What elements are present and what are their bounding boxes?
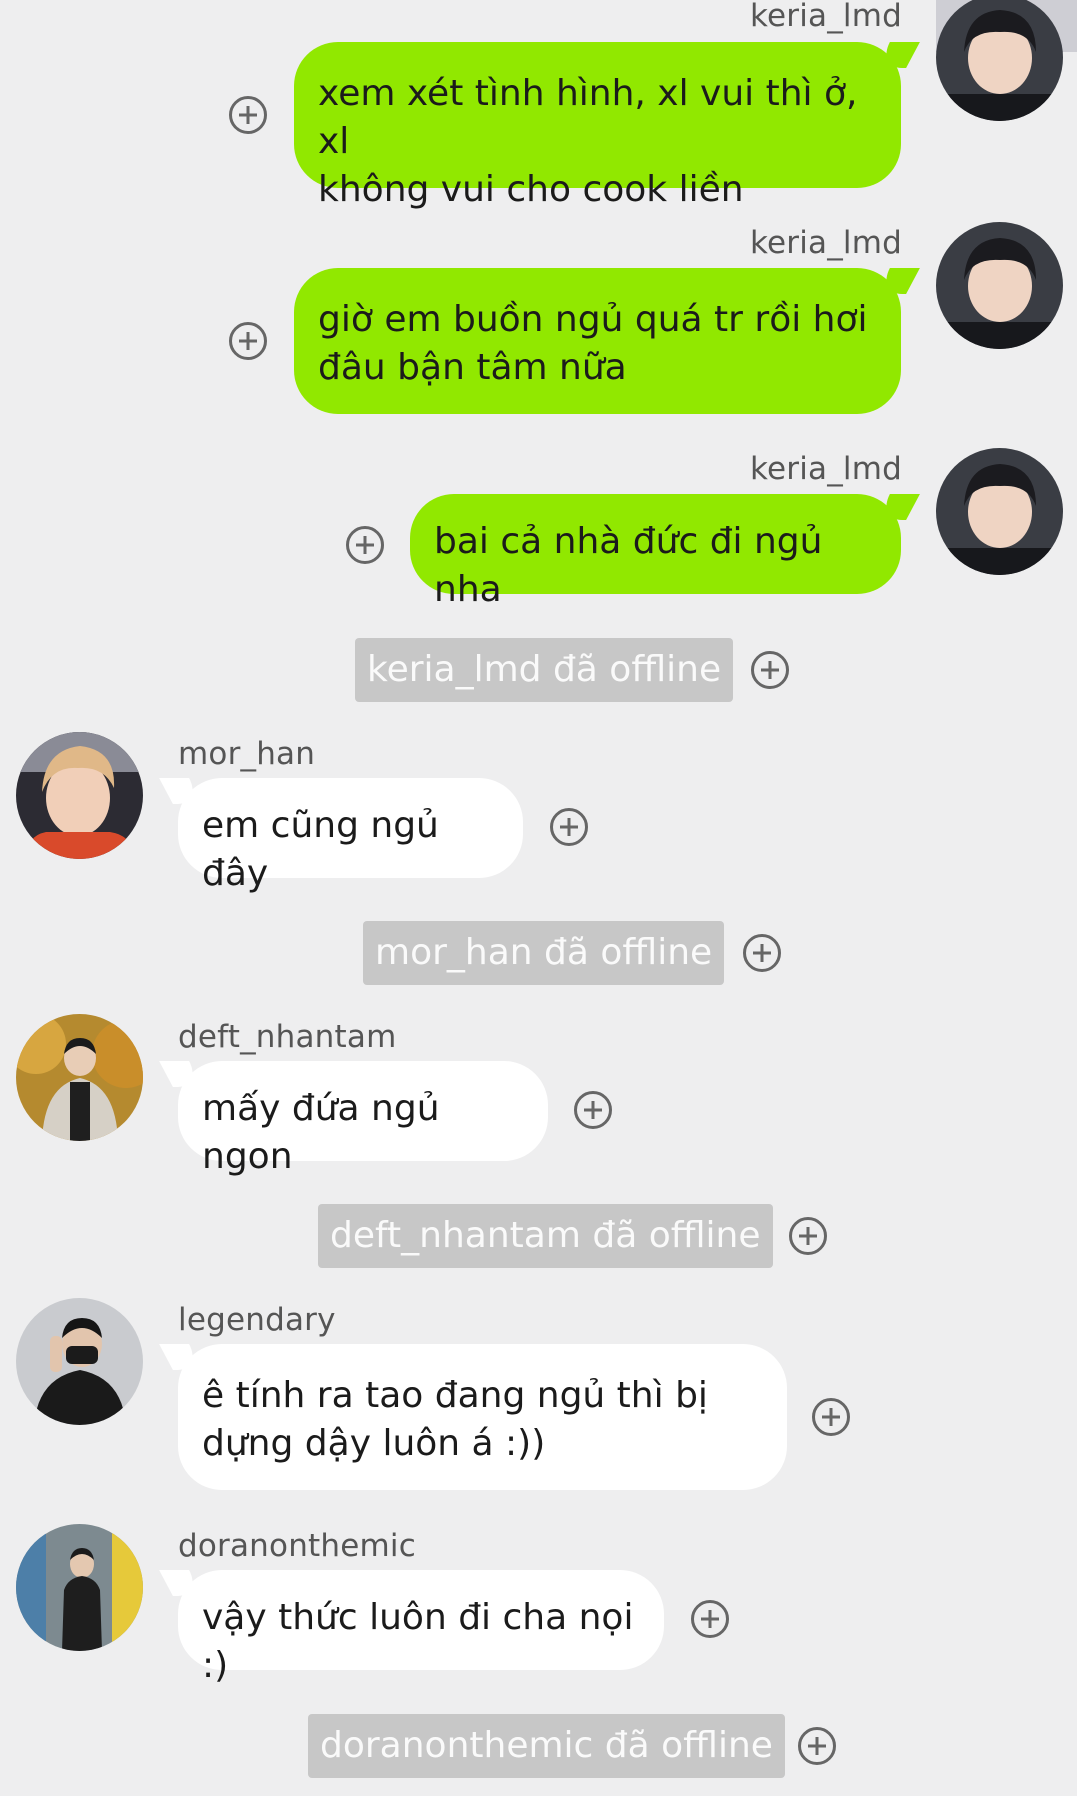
message-username: mor_han <box>178 736 316 772</box>
avatar[interactable] <box>936 222 1063 349</box>
message-bubble[interactable]: em cũng ngủ đây <box>178 778 523 894</box>
react-plus-icon[interactable] <box>229 322 267 360</box>
message-text-line: ê tính ra tao đang ngủ thì bị <box>202 1375 708 1416</box>
system-notice: deft_nhantam đã offline <box>318 1204 773 1268</box>
message-text-line: xem xét tình hình, xl vui thì ở, xl <box>318 73 858 162</box>
message-text-line: đâu bận tâm nữa <box>318 347 627 388</box>
message-bubble[interactable]: ê tính ra tao đang ngủ thì bị dựng dậy l… <box>178 1344 787 1490</box>
react-plus-icon[interactable] <box>751 651 789 689</box>
message-username: keria_lmd <box>749 225 902 261</box>
message-text-line: dựng dậy luôn á :)) <box>202 1423 546 1464</box>
message-username: doranonthemic <box>178 1528 416 1564</box>
avatar[interactable] <box>16 1524 143 1651</box>
system-notice: keria_lmd đã offline <box>355 638 734 702</box>
system-notice: mor_han đã offline <box>363 921 725 985</box>
message-username: keria_lmd <box>749 0 902 34</box>
message-text-line: không vui cho cook liền <box>318 169 744 210</box>
react-plus-icon[interactable] <box>550 808 588 846</box>
react-plus-icon[interactable] <box>798 1727 836 1765</box>
react-plus-icon[interactable] <box>229 96 267 134</box>
message-bubble[interactable]: mấy đứa ngủ ngon <box>178 1061 548 1177</box>
react-plus-icon[interactable] <box>789 1217 827 1255</box>
message-text-line: vậy thức luôn đi cha nọi :) <box>202 1597 634 1686</box>
message-username: legendary <box>178 1302 336 1338</box>
react-plus-icon[interactable] <box>812 1398 850 1436</box>
message-text-line: giờ em buồn ngủ quá tr rồi hơi <box>318 299 868 340</box>
react-plus-icon[interactable] <box>743 934 781 972</box>
avatar[interactable] <box>16 732 143 859</box>
message-bubble[interactable]: xem xét tình hình, xl vui thì ở, xl khôn… <box>294 42 901 210</box>
message-text-line: em cũng ngủ đây <box>202 805 439 894</box>
system-notice: doranonthemic đã offline <box>308 1714 785 1778</box>
message-text-line: bai cả nhà đức đi ngủ nha <box>434 521 823 610</box>
react-plus-icon[interactable] <box>346 526 384 564</box>
message-username: deft_nhantam <box>178 1019 397 1055</box>
avatar[interactable] <box>16 1298 143 1425</box>
message-text-line: mấy đứa ngủ ngon <box>202 1088 440 1177</box>
react-plus-icon[interactable] <box>574 1091 612 1129</box>
react-plus-icon[interactable] <box>691 1600 729 1638</box>
avatar[interactable] <box>936 0 1063 121</box>
avatar[interactable] <box>936 448 1063 575</box>
message-bubble[interactable]: giờ em buồn ngủ quá tr rồi hơi đâu bận t… <box>294 268 901 414</box>
message-bubble[interactable]: vậy thức luôn đi cha nọi :) <box>178 1570 664 1686</box>
message-bubble[interactable]: bai cả nhà đức đi ngủ nha <box>410 494 901 610</box>
message-username: keria_lmd <box>749 451 902 487</box>
avatar[interactable] <box>16 1014 143 1141</box>
